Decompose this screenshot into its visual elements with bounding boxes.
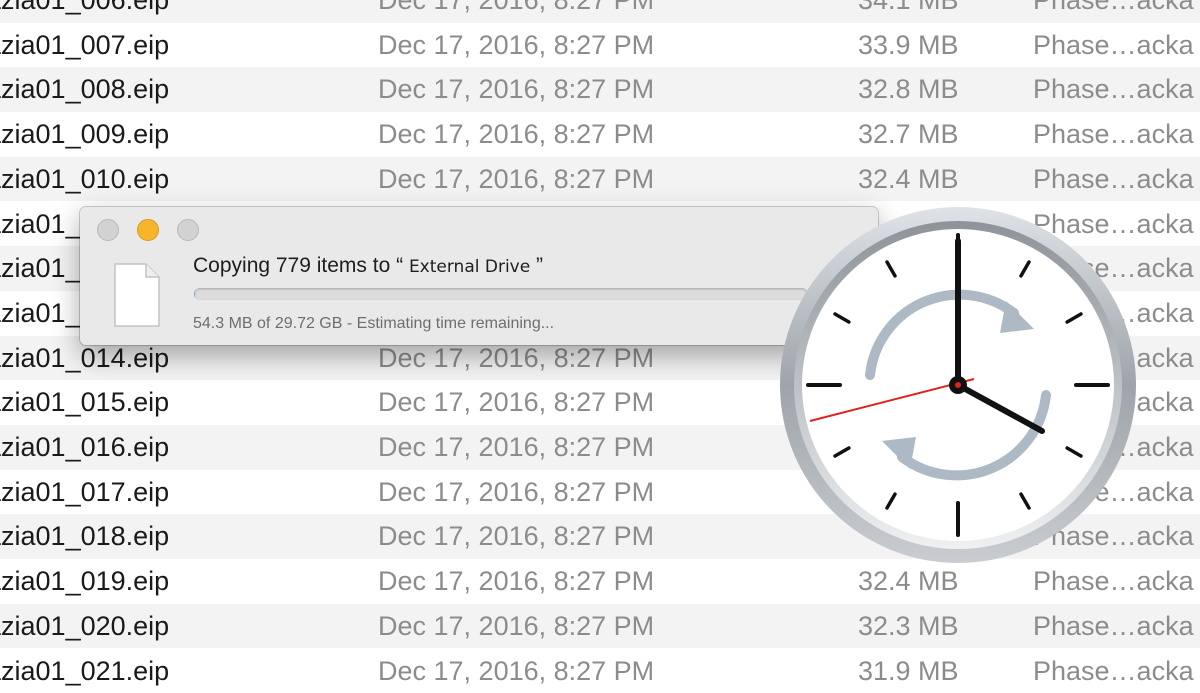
file-date-modified: Dec 17, 2016, 8:27 PM: [378, 470, 654, 515]
file-kind: Phase…acka: [1033, 112, 1194, 157]
copy-title: Copying 779 items to “ External Drive ”: [193, 254, 543, 278]
window-close-button[interactable]: [97, 219, 119, 241]
file-size: 32.7 MB: [858, 112, 959, 157]
copy-progress-fill: [194, 288, 195, 300]
file-name: azia01_020.eip: [0, 604, 169, 649]
copy-progress-bar: [194, 288, 808, 300]
file-row[interactable]: azia01_021.eip Dec 17, 2016, 8:27 PM 31.9 …: [0, 649, 1200, 693]
copy-progress-window: Copying 779 items to “ External Drive ” …: [80, 207, 878, 345]
copy-status-text: 54.3 MB of 29.72 GB - Estimating time re…: [193, 315, 554, 333]
time-machine-clock-icon: [778, 205, 1138, 565]
file-size: 31.9 MB: [858, 649, 959, 693]
file-row[interactable]: azia01_008.eip Dec 17, 2016, 8:27 PM 32.8 …: [0, 67, 1200, 112]
file-name: azia01_006.eip: [0, 0, 169, 23]
document-icon: [113, 263, 161, 327]
copy-title-suffix: ”: [530, 254, 543, 277]
file-size: 32.4 MB: [858, 559, 959, 604]
file-row[interactable]: azia01_019.eip Dec 17, 2016, 8:27 PM 32.4 …: [0, 559, 1200, 604]
file-date-modified: Dec 17, 2016, 8:27 PM: [378, 380, 654, 425]
file-size: 34.1 MB: [858, 0, 959, 23]
file-kind: Phase…acka: [1033, 157, 1194, 202]
file-kind: Phase…acka: [1033, 604, 1194, 649]
file-kind: Phase…acka: [1033, 67, 1194, 112]
file-row[interactable]: azia01_006.eip Dec 17, 2016, 8:27 PM 34.1 …: [0, 0, 1200, 23]
file-row[interactable]: azia01_009.eip Dec 17, 2016, 8:27 PM 32.7 …: [0, 112, 1200, 157]
file-row[interactable]: azia01_007.eip Dec 17, 2016, 8:27 PM 33.9 …: [0, 23, 1200, 68]
file-date-modified: Dec 17, 2016, 8:27 PM: [378, 67, 654, 112]
file-name: azia01_008.eip: [0, 67, 169, 112]
file-date-modified: Dec 17, 2016, 8:27 PM: [378, 649, 654, 693]
file-name: azia01_010.eip: [0, 157, 169, 202]
file-size: 33.9 MB: [858, 23, 959, 68]
file-date-modified: Dec 17, 2016, 8:27 PM: [378, 425, 654, 470]
window-minimize-button[interactable]: [137, 219, 159, 241]
file-row[interactable]: azia01_010.eip Dec 17, 2016, 8:27 PM 32.4 …: [0, 157, 1200, 202]
file-name: azia01_019.eip: [0, 559, 169, 604]
file-kind: Phase…acka: [1033, 559, 1194, 604]
file-name: azia01_018.eip: [0, 514, 169, 559]
file-name: azia01_021.eip: [0, 649, 169, 693]
file-row[interactable]: azia01_020.eip Dec 17, 2016, 8:27 PM 32.3 …: [0, 604, 1200, 649]
file-date-modified: Dec 17, 2016, 8:27 PM: [378, 604, 654, 649]
file-size: 32.4 MB: [858, 157, 959, 202]
file-kind: Phase…acka: [1033, 0, 1194, 23]
file-date-modified: Dec 17, 2016, 8:27 PM: [378, 514, 654, 559]
file-date-modified: Dec 17, 2016, 8:27 PM: [378, 157, 654, 202]
file-size: 32.3 MB: [858, 604, 959, 649]
file-name: azia01_016.eip: [0, 425, 169, 470]
window-zoom-button[interactable]: [177, 219, 199, 241]
file-name: azia01_009.eip: [0, 112, 169, 157]
file-date-modified: Dec 17, 2016, 8:27 PM: [378, 0, 654, 23]
file-name: azia01_007.eip: [0, 23, 169, 68]
file-date-modified: Dec 17, 2016, 8:27 PM: [378, 559, 654, 604]
copy-title-prefix: Copying 779 items to “: [193, 254, 409, 277]
file-kind: Phase…acka: [1033, 649, 1194, 693]
file-name: azia01_015.eip: [0, 380, 169, 425]
file-name: azia01_017.eip: [0, 470, 169, 515]
file-date-modified: Dec 17, 2016, 8:27 PM: [378, 23, 654, 68]
file-date-modified: Dec 17, 2016, 8:27 PM: [378, 112, 654, 157]
file-kind: Phase…acka: [1033, 23, 1194, 68]
file-size: 32.8 MB: [858, 67, 959, 112]
destination-name: External Drive: [409, 257, 530, 277]
